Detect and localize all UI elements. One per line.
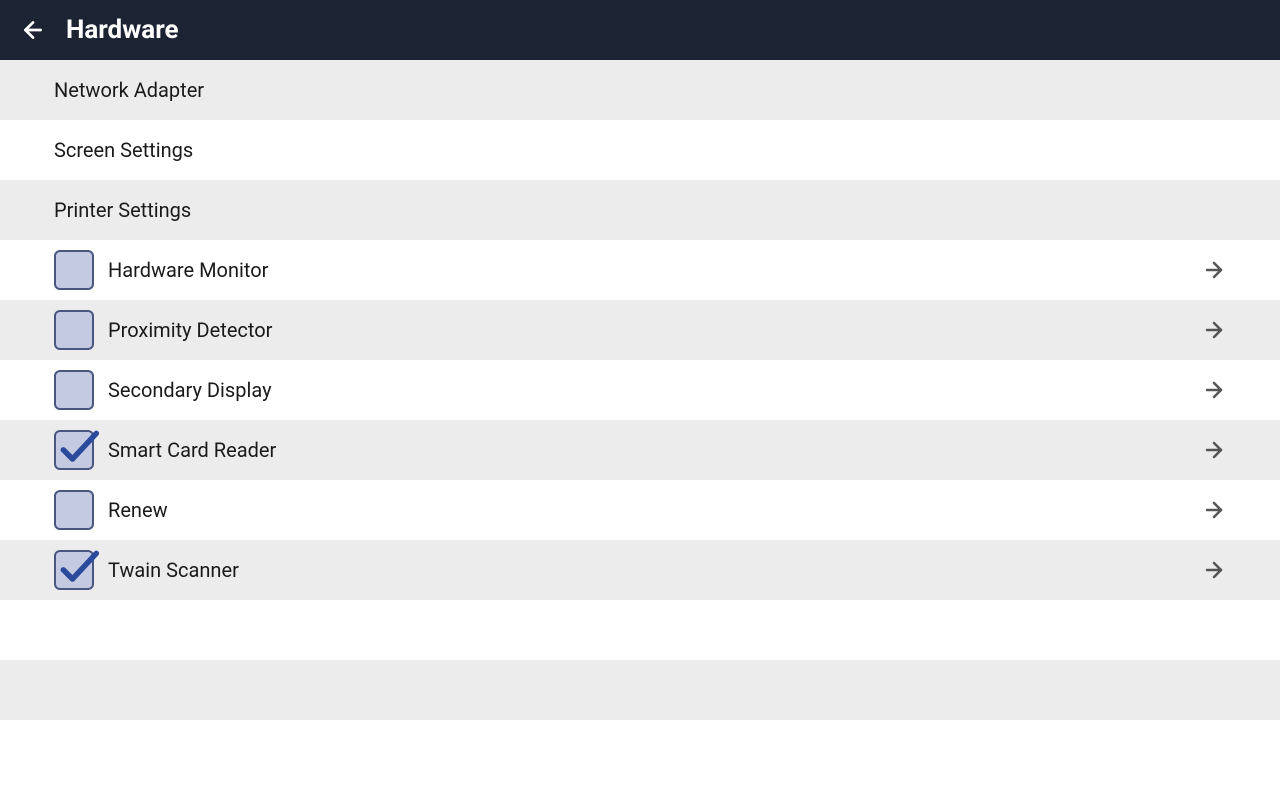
list-row: Smart Card Reader bbox=[0, 420, 1280, 480]
checkbox[interactable] bbox=[54, 310, 94, 350]
spacer-row bbox=[0, 660, 1280, 720]
row-label[interactable]: Proximity Detector bbox=[108, 318, 1202, 342]
row-label[interactable]: Renew bbox=[108, 498, 1202, 522]
arrow-right-icon[interactable] bbox=[1202, 558, 1226, 582]
rows-container: Network Adapter Screen Settings Printer Se… bbox=[0, 60, 1280, 600]
checkbox[interactable] bbox=[54, 250, 94, 290]
check-icon bbox=[56, 426, 100, 470]
list-row: Renew bbox=[0, 480, 1280, 540]
row-label: Printer Settings bbox=[54, 198, 1226, 222]
spacer-row bbox=[0, 600, 1280, 660]
row-label[interactable]: Secondary Display bbox=[108, 378, 1202, 402]
row-label[interactable]: Twain Scanner bbox=[108, 558, 1202, 582]
back-button[interactable] bbox=[20, 17, 46, 43]
list-row: Proximity Detector bbox=[0, 300, 1280, 360]
row-label: Screen Settings bbox=[54, 138, 1226, 162]
arrow-right-icon[interactable] bbox=[1202, 378, 1226, 402]
arrow-right-icon[interactable] bbox=[1202, 258, 1226, 282]
arrow-left-icon bbox=[20, 17, 46, 43]
arrow-right-icon[interactable] bbox=[1202, 438, 1226, 462]
spacer-row bbox=[0, 720, 1280, 780]
page-title: Hardware bbox=[66, 15, 179, 45]
row-label[interactable]: Hardware Monitor bbox=[108, 258, 1202, 282]
checkbox[interactable] bbox=[54, 370, 94, 410]
list-row[interactable]: Screen Settings bbox=[0, 120, 1280, 180]
header: Hardware bbox=[0, 0, 1280, 60]
check-icon bbox=[56, 546, 100, 590]
list-row[interactable]: Printer Settings bbox=[0, 180, 1280, 240]
row-label: Network Adapter bbox=[54, 78, 1226, 102]
list-row[interactable]: Network Adapter bbox=[0, 60, 1280, 120]
checkbox[interactable] bbox=[54, 490, 94, 530]
checkbox[interactable] bbox=[54, 430, 94, 470]
arrow-right-icon[interactable] bbox=[1202, 318, 1226, 342]
arrow-right-icon[interactable] bbox=[1202, 498, 1226, 522]
checkbox[interactable] bbox=[54, 550, 94, 590]
row-label[interactable]: Smart Card Reader bbox=[108, 438, 1202, 462]
list-row: Hardware Monitor bbox=[0, 240, 1280, 300]
list-row: Secondary Display bbox=[0, 360, 1280, 420]
list-row: Twain Scanner bbox=[0, 540, 1280, 600]
